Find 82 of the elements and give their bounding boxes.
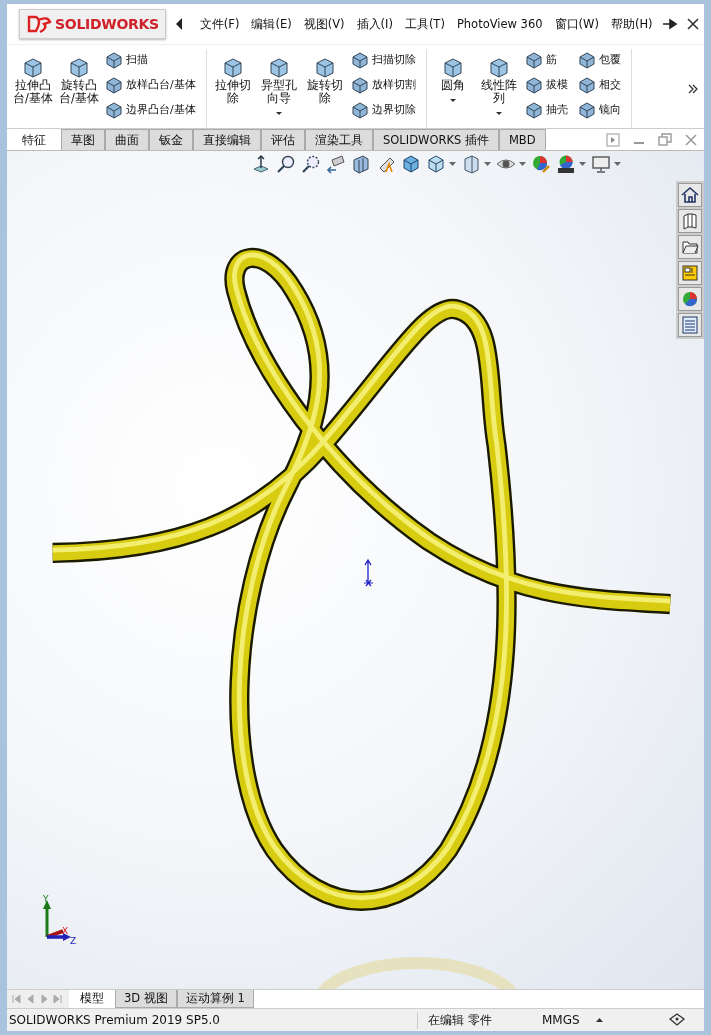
feature-button[interactable]: 扫描切除 bbox=[350, 49, 416, 70]
feature-button[interactable]: 边界凸台/基体 bbox=[105, 99, 196, 120]
block-icon bbox=[524, 75, 543, 94]
folder-icon[interactable] bbox=[678, 235, 702, 259]
block-icon bbox=[105, 100, 123, 119]
panel-toggle-icon[interactable] bbox=[606, 132, 620, 147]
tab[interactable]: 3D 视图 bbox=[115, 990, 177, 1008]
menu-item[interactable]: 视图(V) bbox=[297, 16, 351, 32]
layout-panel-icon[interactable] bbox=[678, 261, 702, 285]
block-icon bbox=[577, 100, 596, 119]
caret-icon[interactable] bbox=[448, 162, 456, 166]
feature-button[interactable]: 拉伸凸台/基体 bbox=[11, 49, 55, 128]
pin-icon[interactable] bbox=[662, 18, 678, 30]
block-icon bbox=[524, 50, 543, 69]
feature-button[interactable]: 放样凸台/基体 bbox=[105, 74, 196, 95]
color-wheel-icon[interactable] bbox=[530, 154, 551, 174]
block-icon bbox=[350, 75, 369, 94]
feature-button[interactable]: 相交 bbox=[577, 74, 621, 95]
feature-button[interactable]: 线性阵列 bbox=[476, 49, 521, 128]
feature-button[interactable]: 旋转切除 bbox=[302, 49, 347, 128]
block-icon bbox=[524, 100, 543, 119]
status-text: SOLIDWORKS Premium 2019 SP5.0 bbox=[8, 1013, 221, 1027]
ds-logo-icon bbox=[26, 14, 52, 34]
home-icon[interactable] bbox=[678, 183, 702, 207]
block-icon bbox=[577, 75, 596, 94]
tab[interactable]: 草图 bbox=[61, 129, 105, 150]
caret-icon[interactable] bbox=[613, 162, 621, 166]
block-icon bbox=[105, 75, 123, 94]
feature-button[interactable]: 边界切除 bbox=[350, 99, 416, 120]
books-icon[interactable] bbox=[678, 209, 702, 233]
tab[interactable]: 曲面 bbox=[105, 129, 149, 150]
monitor-icon[interactable] bbox=[590, 154, 611, 174]
tab[interactable]: 渲染工具 bbox=[305, 129, 373, 150]
menu-item[interactable]: 编辑(E) bbox=[245, 16, 298, 32]
tab[interactable]: MBD bbox=[498, 129, 546, 150]
tab[interactable]: 评估 bbox=[261, 129, 305, 150]
feature-button[interactable]: 拔模 bbox=[524, 74, 568, 95]
axis-label: Z bbox=[70, 937, 77, 946]
logo-text: SOLIDWORKS bbox=[55, 16, 159, 32]
feature-button[interactable]: 放样切割 bbox=[350, 74, 416, 95]
view-orientation-icon[interactable] bbox=[425, 154, 446, 174]
status-text: 在编辑 零件 bbox=[417, 1011, 514, 1029]
zoom-icon[interactable] bbox=[275, 154, 296, 174]
properties-list-icon[interactable] bbox=[678, 313, 702, 337]
block-icon bbox=[105, 50, 123, 69]
previous-view-icon[interactable] bbox=[325, 154, 346, 174]
more-chevron-icon[interactable] bbox=[688, 83, 698, 94]
axis-label: Y bbox=[43, 895, 49, 904]
close-icon[interactable] bbox=[686, 17, 700, 31]
feature-button[interactable]: 拉伸切除 bbox=[210, 49, 255, 128]
origin-icon bbox=[363, 559, 375, 589]
zoom-area-icon[interactable] bbox=[300, 154, 321, 174]
menu-item[interactable]: 帮助(H) bbox=[604, 16, 659, 32]
feature-button[interactable]: 镜向 bbox=[577, 99, 621, 120]
caret-icon[interactable] bbox=[578, 162, 586, 166]
feature-button[interactable]: 圆角 bbox=[430, 49, 475, 128]
menu-item[interactable]: PhotoView 360 bbox=[450, 17, 549, 31]
tab[interactable]: 运动算例 1 bbox=[176, 990, 254, 1008]
feature-button[interactable]: 筋 bbox=[524, 49, 568, 70]
feature-button[interactable]: 扫描 bbox=[105, 49, 196, 70]
caret-icon[interactable] bbox=[518, 162, 526, 166]
block-icon bbox=[577, 50, 596, 69]
block-icon bbox=[350, 50, 369, 69]
feature-button[interactable]: 旋转凸台/基体 bbox=[57, 49, 101, 128]
tab[interactable]: SOLIDWORKS 插件 bbox=[373, 129, 499, 150]
menu-item[interactable]: 窗口(W) bbox=[548, 16, 605, 32]
caret-icon[interactable] bbox=[483, 162, 491, 166]
cube-icon[interactable] bbox=[400, 154, 421, 174]
units-selector[interactable]: MMGS bbox=[542, 1013, 580, 1027]
caret-up-icon[interactable] bbox=[595, 1018, 603, 1022]
menu-item[interactable]: 插入(I) bbox=[350, 16, 399, 32]
feature-button[interactable]: 抽壳 bbox=[524, 99, 568, 120]
tab[interactable]: 直接编辑 bbox=[193, 129, 261, 150]
feature-button[interactable]: 异型孔向导 bbox=[256, 49, 301, 128]
feature-button[interactable]: 包覆 bbox=[577, 49, 621, 70]
restore-icon[interactable] bbox=[658, 132, 672, 147]
menu-item[interactable]: 工具(T) bbox=[398, 16, 451, 32]
axis-label: X bbox=[62, 927, 69, 936]
tab[interactable]: 钣金 bbox=[149, 129, 193, 150]
menu-item[interactable]: 文件(F) bbox=[193, 16, 246, 32]
color-wheel-icon[interactable] bbox=[678, 287, 702, 311]
block-icon bbox=[350, 100, 369, 119]
